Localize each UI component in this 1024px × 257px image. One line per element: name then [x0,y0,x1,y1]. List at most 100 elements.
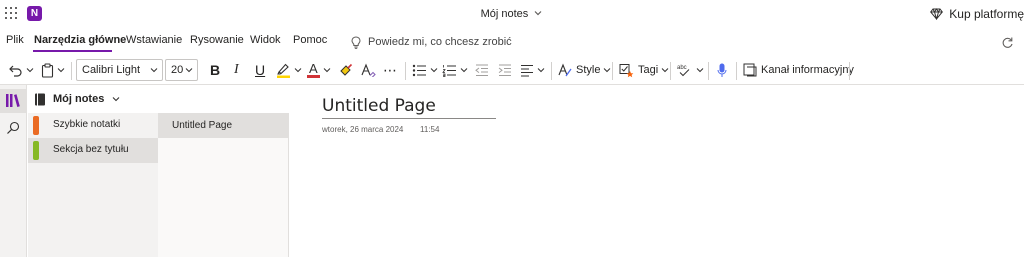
font-color-icon: A [307,61,320,79]
more-options-icon[interactable]: ⋯ [383,55,398,85]
toolbar-separator [612,62,613,80]
chevron-down-icon [430,68,438,73]
tell-me-search[interactable]: Powiedz mi, co chcesz zrobić [351,34,512,50]
chevron-down-icon [185,68,193,73]
undo-button[interactable] [8,55,34,85]
chevron-down-icon [112,97,120,102]
section-color-tab [33,141,39,160]
toolbar-separator [670,62,671,80]
section-label: Sekcja bez tytułu [53,144,129,155]
bold-button[interactable]: B [210,55,220,85]
section-untitled[interactable]: Sekcja bez tytułu [28,138,158,163]
ribbon-tabs: Plik Narzędzia główne Wstawianie Rysowan… [0,28,1024,55]
page-item-untitled[interactable]: Untitled Page [158,113,289,138]
font-size-select[interactable]: 20 [165,59,198,81]
clipboard-icon [41,62,54,78]
toolbar-separator [405,62,406,80]
font-name-select[interactable]: Calibri Light [76,59,163,81]
active-tab-indicator [33,50,112,52]
increase-indent-button[interactable] [498,55,512,85]
toolbar-separator [849,62,850,80]
search-icon[interactable] [6,121,20,135]
highlighter-icon [277,63,290,78]
numbering-button[interactable] [442,55,468,85]
spelling-button[interactable]: abc [677,55,704,85]
chevron-down-icon [26,68,34,73]
font-color-swatch [307,75,320,78]
align-button[interactable] [520,55,545,85]
spelling-icon: abc [677,65,690,77]
clipboard-button[interactable] [41,55,65,85]
navigation-rail [0,85,27,257]
notebook-selector[interactable]: Mój notes [28,85,289,113]
title-bar: N Mój notes Kup platformę [0,0,1024,28]
page-label: Untitled Page [172,120,233,131]
underline-button[interactable]: U [255,55,265,85]
diamond-icon [930,8,944,20]
title-underline [322,118,496,119]
numbered-list-icon [442,64,456,77]
chevron-down-icon [57,68,65,73]
chevron-down-icon [696,68,704,73]
buy-label: Kup platformę [949,7,1024,21]
tab-help[interactable]: Pomoc [293,34,327,46]
toolbar-separator [708,62,709,80]
microphone-icon [717,63,727,77]
notebook-title: Mój notes [480,8,529,20]
clear-formatting-button[interactable] [361,55,376,85]
chevron-down-icon [460,68,468,73]
bullets-button[interactable] [412,55,438,85]
styles-label: Style [576,64,601,76]
dictate-button[interactable] [717,55,727,85]
notebook-icon [35,93,45,105]
clear-formatting-icon [361,63,376,77]
tags-label: Tagi [638,64,659,76]
page-time: 11:54 [420,125,440,134]
highlight-button[interactable] [276,55,302,85]
section-color-tab [33,116,39,135]
underline-label: U [255,62,266,78]
font-color-button[interactable]: A [307,55,331,85]
increase-indent-icon [498,64,511,76]
buy-button[interactable]: Kup platformę [930,6,1024,22]
svg-text:abc: abc [677,65,687,71]
chevron-down-icon [150,68,158,73]
feed-icon [743,63,757,77]
align-left-icon [521,64,533,76]
refresh-icon[interactable] [1001,36,1014,49]
tag-checkbox-icon [619,63,634,77]
chevron-down-icon [661,68,669,73]
styles-icon [558,63,572,77]
notebook-name: Mój notes [53,93,105,105]
font-name-value: Calibri Light [82,64,141,76]
notebooks-icon[interactable] [5,93,21,108]
section-list: Szybkie notatki Sekcja bez tytułu [28,113,158,257]
chevron-down-icon [294,68,302,73]
feed-button[interactable]: Kanał informacyjny [743,55,854,85]
section-label: Szybkie notatki [53,119,121,130]
feed-label: Kanał informacyjny [761,64,854,76]
section-quick-notes[interactable]: Szybkie notatki [28,113,158,138]
decrease-indent-button[interactable] [475,55,489,85]
italic-button[interactable]: I [234,55,239,85]
tab-home[interactable]: Narzędzia główne [34,34,126,46]
font-color-letter: A [309,61,318,76]
tab-view[interactable]: Widok [250,34,281,46]
notebook-title-menu[interactable]: Mój notes [0,8,1024,20]
tab-plik[interactable]: Plik [6,34,24,46]
page-title[interactable]: Untitled Page [322,96,436,116]
tab-draw[interactable]: Rysowanie [190,34,244,46]
tab-insert[interactable]: Wstawianie [126,34,182,46]
home-toolbar: Calibri Light 20 B I U A ⋯ Style Tagi ab… [0,55,1024,85]
format-painter-button[interactable] [339,55,353,85]
decrease-indent-icon [475,64,488,76]
chevron-down-icon [604,68,611,73]
page-date: wtorek, 26 marca 2024 [322,125,404,134]
tags-button[interactable]: Tagi [619,55,669,85]
styles-button[interactable]: Style [558,55,611,85]
bullet-list-icon [412,64,426,76]
undo-icon [9,65,22,77]
chevron-down-icon [537,68,545,73]
bold-label: B [210,62,221,78]
lightbulb-icon [351,35,361,49]
